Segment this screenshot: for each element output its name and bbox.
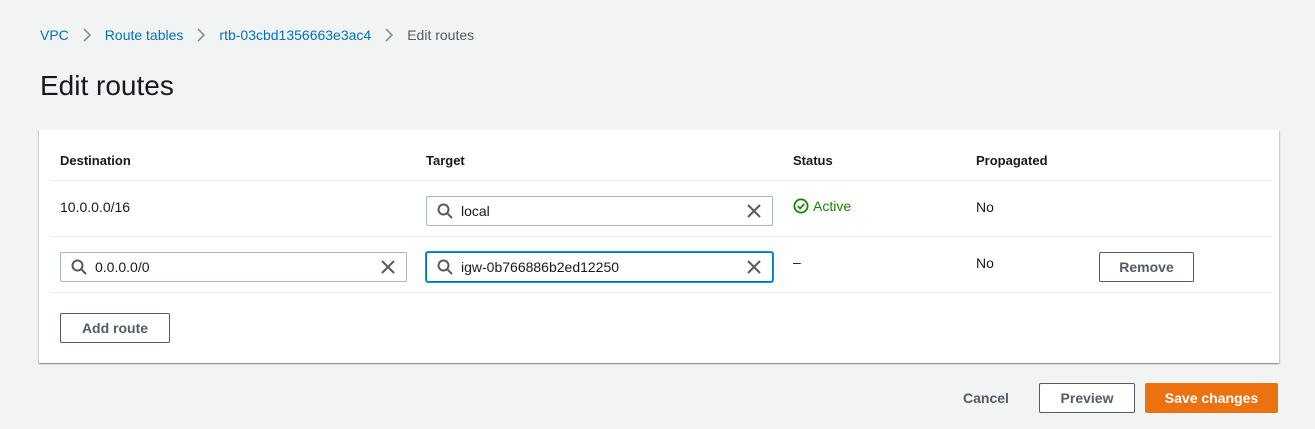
- target-value[interactable]: igw-0b766886b2ed12250: [461, 259, 619, 275]
- breadcrumb-vpc[interactable]: VPC: [40, 27, 69, 43]
- breadcrumb-current-page: Edit routes: [407, 27, 475, 43]
- routes-panel: Destination Target Status Propagated 10.…: [39, 130, 1279, 363]
- save-changes-button[interactable]: Save changes: [1145, 383, 1278, 413]
- breadcrumb-route-tables[interactable]: Route tables: [105, 27, 184, 43]
- breadcrumb-route-table-id[interactable]: rtb-03cbd1356663e3ac4: [219, 27, 371, 43]
- check-circle-icon: [793, 198, 809, 214]
- search-icon: [71, 259, 87, 275]
- propagated-value: No: [976, 199, 994, 215]
- status-badge: Active: [793, 198, 851, 214]
- target-search-input[interactable]: local: [426, 196, 773, 226]
- route-destination: 10.0.0.0/16: [60, 199, 131, 215]
- chevron-right-icon: [183, 28, 219, 42]
- search-icon: [437, 203, 453, 219]
- target-value[interactable]: local: [461, 203, 490, 219]
- destination-value[interactable]: 0.0.0.0/0: [95, 259, 150, 275]
- row-divider: [50, 292, 1272, 293]
- column-header-status: Status: [793, 153, 833, 168]
- status-text: Active: [813, 198, 852, 214]
- close-icon[interactable]: [746, 259, 762, 275]
- chevron-right-icon: [69, 28, 105, 42]
- row-divider: [50, 236, 1272, 237]
- remove-route-button[interactable]: Remove: [1099, 252, 1194, 282]
- column-header-destination: Destination: [60, 153, 131, 168]
- propagated-value: No: [976, 255, 994, 271]
- search-icon: [437, 259, 453, 275]
- status-text: –: [793, 254, 801, 270]
- breadcrumb: VPC Route tables rtb-03cbd1356663e3ac4 E…: [40, 26, 474, 44]
- column-header-target: Target: [426, 153, 465, 168]
- close-icon[interactable]: [380, 259, 396, 275]
- close-icon[interactable]: [746, 203, 762, 219]
- row-divider: [50, 180, 1272, 181]
- cancel-button[interactable]: Cancel: [950, 383, 1022, 413]
- preview-button[interactable]: Preview: [1039, 383, 1135, 413]
- target-search-input[interactable]: igw-0b766886b2ed12250: [426, 252, 773, 282]
- page-title: Edit routes: [40, 70, 174, 101]
- destination-search-input[interactable]: 0.0.0.0/0: [60, 252, 407, 282]
- add-route-button[interactable]: Add route: [60, 313, 170, 343]
- chevron-right-icon: [371, 28, 407, 42]
- column-header-propagated: Propagated: [976, 153, 1048, 168]
